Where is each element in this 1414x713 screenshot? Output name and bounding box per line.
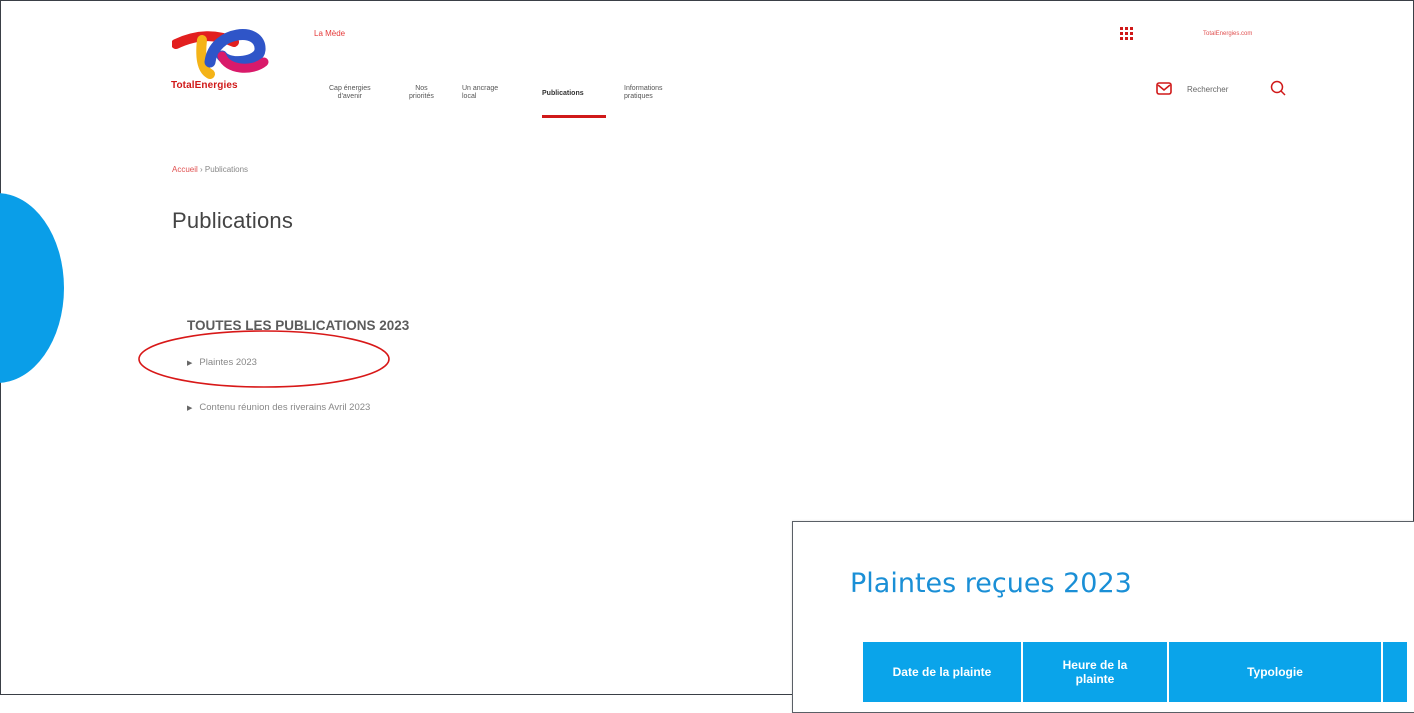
card-title: Plaintes reçues 2023: [850, 568, 1132, 599]
nav-label: Informations: [624, 85, 663, 92]
apps-grid-icon[interactable]: [1120, 27, 1134, 41]
nav-label: Un ancrage: [462, 85, 499, 92]
nav-label: Nos: [415, 85, 428, 92]
brand-name: TotalEnergies: [171, 80, 238, 91]
column-header-label: Typologie: [1247, 665, 1303, 679]
table-header: Date de la plainte Heure de la plainte T…: [863, 642, 1407, 702]
site-name-link[interactable]: La Mède: [314, 29, 345, 38]
column-header-label: Heure de la: [1062, 658, 1128, 672]
publication-label: Contenu réunion des riverains Avril 2023: [199, 402, 371, 413]
nav-active-indicator: [542, 115, 606, 118]
nav-label: Cap énergies: [329, 85, 371, 92]
mail-icon[interactable]: [1156, 82, 1172, 95]
nav-label: local: [462, 93, 477, 100]
plaintes-preview-card: Plaintes reçues 2023 Date de la plainte …: [792, 521, 1414, 713]
column-header-more: [1383, 642, 1407, 702]
column-header-label: plainte: [1075, 672, 1115, 686]
nav-label: pratiques: [624, 93, 653, 100]
column-header-heure: Heure de la plainte: [1023, 642, 1169, 702]
nav-label: priorités: [409, 93, 434, 100]
caret-right-icon: ▶: [187, 404, 193, 412]
publication-item-reunion[interactable]: ▶ Contenu réunion des riverains Avril 20…: [187, 402, 370, 413]
breadcrumb-current: Publications: [204, 165, 249, 174]
column-header-date: Date de la plainte: [863, 642, 1023, 702]
search-icon[interactable]: [1270, 80, 1286, 96]
highlight-ellipse: [138, 330, 390, 388]
page-title: Publications: [172, 208, 294, 233]
nav-nos-priorites[interactable]: Nos priorités: [409, 85, 434, 101]
column-header-label: Date de la plainte: [892, 665, 992, 679]
totalenergies-com-link[interactable]: TotalEnergies.com: [1203, 31, 1252, 37]
breadcrumb-home[interactable]: Accueil: [172, 165, 198, 174]
column-header-typologie: Typologie: [1169, 642, 1383, 702]
nav-publications[interactable]: Publications: [542, 90, 584, 97]
nav-ancrage-local[interactable]: Un ancrage local: [462, 85, 498, 101]
nav-cap-energies[interactable]: Cap énergies d'avenir: [329, 85, 371, 101]
nav-informations-pratiques[interactable]: Informations pratiques: [624, 85, 663, 101]
breadcrumb-separator: ›: [197, 165, 205, 174]
nav-label: d'avenir: [337, 93, 362, 100]
search-label[interactable]: Rechercher: [1187, 85, 1228, 94]
breadcrumb: Accueil › Publications: [172, 165, 248, 174]
